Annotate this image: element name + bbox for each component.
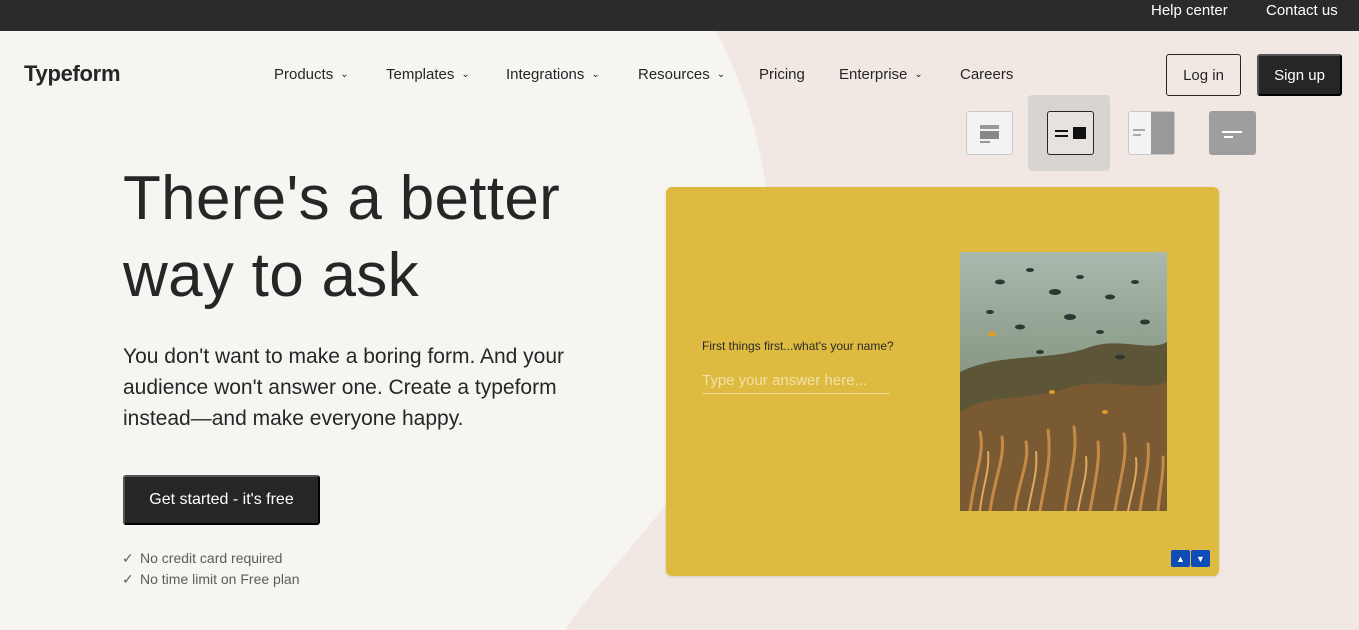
form-question: First things first...what's your name? <box>702 339 894 353</box>
login-button[interactable]: Log in <box>1166 54 1241 96</box>
chevron-up-icon[interactable]: ▲ <box>1171 550 1190 567</box>
help-center-link[interactable]: Help center <box>1151 2 1228 19</box>
hero-subtitle: You don't want to make a boring form. An… <box>123 345 564 430</box>
nav-item-label: Products <box>274 66 334 83</box>
checkmark-icon: ✓ <box>122 550 134 566</box>
signup-button[interactable]: Sign up <box>1257 54 1342 96</box>
nav-item-products[interactable]: Products ⌄ <box>274 66 349 83</box>
nav-item-label: Careers <box>960 66 1014 83</box>
checkmark-icon: ✓ <box>122 571 134 587</box>
nav-item-label: Resources <box>638 66 710 83</box>
get-started-button[interactable]: Get started - it's free <box>123 475 320 525</box>
nav-item-enterprise[interactable]: Enterprise ⌄ <box>839 66 923 83</box>
form-nav-arrows: ▲ ▼ <box>1171 550 1210 567</box>
nav-item-resources[interactable]: Resources ⌄ <box>638 66 725 83</box>
chevron-down-icon: ⌄ <box>340 69 349 80</box>
perk-label: No time limit on Free plan <box>140 571 300 587</box>
nav-item-label: Templates <box>386 66 455 83</box>
contact-us-link[interactable]: Contact us <box>1266 2 1338 19</box>
form-preview: First things first...what's your name? T… <box>666 187 1219 576</box>
nav-item-label: Pricing <box>759 66 805 83</box>
layout-split-right-icon <box>1055 127 1086 139</box>
chevron-down-icon: ⌄ <box>461 69 470 80</box>
layout-option-image-top[interactable] <box>966 111 1013 155</box>
answer-input[interactable]: Type your answer here... <box>702 372 890 394</box>
layout-image-top-icon <box>980 125 999 143</box>
layout-option-image-side[interactable] <box>1128 111 1175 155</box>
nav-item-label: Enterprise <box>839 66 908 83</box>
chevron-down-icon[interactable]: ▼ <box>1191 550 1210 567</box>
nav-item-careers[interactable]: Careers <box>960 66 1013 83</box>
chevron-down-icon: ⌄ <box>716 69 726 80</box>
layout-option-image-bg[interactable] <box>1209 111 1256 155</box>
perk-label: No credit card required <box>140 550 283 566</box>
nav-item-integrations[interactable]: Integrations ⌄ <box>506 66 600 83</box>
layout-option-split-right[interactable] <box>1047 111 1094 155</box>
layout-image-side-icon <box>1133 112 1174 154</box>
chevron-down-icon: ⌄ <box>591 69 600 80</box>
nav-item-templates[interactable]: Templates ⌄ <box>386 66 470 83</box>
nav-item-label: Integrations <box>506 66 585 83</box>
layout-image-bg-icon <box>1222 131 1242 138</box>
hero-title: There's a better way to ask <box>123 164 561 310</box>
perk-item: ✓ No time limit on Free plan <box>122 570 300 591</box>
perks-list: ✓ No credit card required ✓ No time limit … <box>122 549 300 591</box>
nav-item-pricing[interactable]: Pricing <box>759 66 805 83</box>
chevron-down-icon: ⌄ <box>914 69 923 80</box>
coral-reef-image <box>960 252 1167 511</box>
typeform-logo[interactable]: Typeform <box>24 61 121 87</box>
utility-bar: Help center Contact us <box>0 0 1359 31</box>
perk-item: ✓ No credit card required <box>122 549 300 570</box>
